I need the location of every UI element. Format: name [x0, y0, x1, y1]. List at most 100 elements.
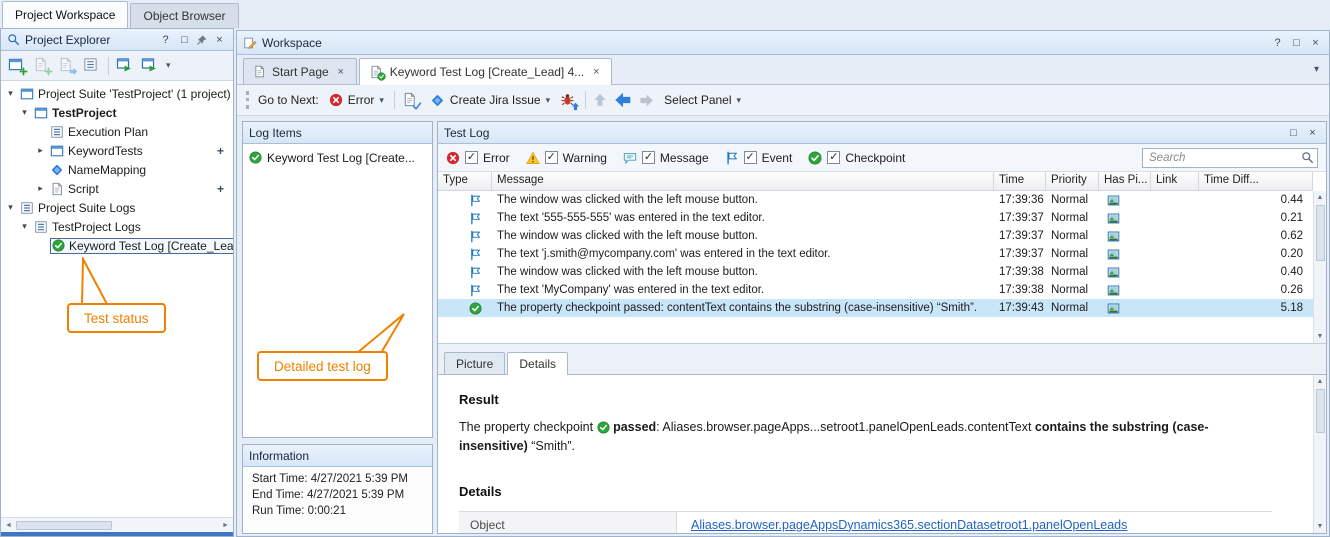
close-icon[interactable]: × — [1305, 126, 1320, 140]
tree-item-execution-plan[interactable]: Execution Plan — [1, 122, 233, 141]
column-header-time[interactable]: Time — [994, 172, 1046, 190]
export-item-button[interactable] — [58, 57, 76, 74]
chevron-down-icon[interactable]: ▾ — [5, 202, 16, 213]
maximize-icon[interactable]: □ — [1289, 36, 1304, 50]
tab-details[interactable]: Details — [507, 352, 568, 375]
log-item[interactable]: Keyword Test Log [Create... — [243, 148, 432, 167]
error-checkbox[interactable]: ✓ — [465, 151, 478, 164]
chevron-right-icon[interactable]: ▸ — [35, 183, 46, 194]
scroll-right-icon[interactable]: ► — [218, 522, 233, 529]
tree-item-keywordtests[interactable]: ▸ KeywordTests + — [1, 141, 233, 160]
tree-item-project-suite-logs[interactable]: ▾ Project Suite Logs — [1, 198, 233, 217]
picture-icon[interactable] — [1107, 266, 1120, 279]
tree-item-testproject[interactable]: ▾ TestProject — [1, 103, 233, 122]
column-header-priority[interactable]: Priority — [1046, 172, 1099, 190]
dropdown-icon: ▾ — [546, 95, 551, 106]
scroll-up-icon[interactable]: ▲ — [1317, 191, 1324, 204]
column-header-time-diff[interactable]: Time Diff... — [1199, 172, 1313, 190]
checkpoint-checkbox[interactable]: ✓ — [827, 151, 840, 164]
picture-icon[interactable] — [1107, 248, 1120, 261]
event-checkbox[interactable]: ✓ — [744, 151, 757, 164]
tree-item-namemapping[interactable]: NameMapping — [1, 160, 233, 179]
tab-list-dropdown-icon[interactable]: ▾ — [1314, 64, 1323, 75]
go-to-next-error-dropdown[interactable]: Error ▾ — [326, 91, 387, 109]
log-row[interactable]: The window was clicked with the left mou… — [438, 263, 1313, 281]
report-bug-button[interactable] — [560, 92, 578, 109]
go-back-icon[interactable] — [614, 91, 632, 109]
scroll-left-icon[interactable]: ◄ — [1, 522, 16, 529]
run-project-button[interactable] — [141, 57, 159, 74]
go-forward-icon[interactable] — [639, 93, 654, 108]
picture-icon[interactable] — [1107, 302, 1120, 315]
filter-warning[interactable]: ✓ Warning — [526, 151, 607, 165]
selected-tree-item[interactable]: Keyword Test Log [Create_Lead — [50, 238, 233, 254]
filter-event[interactable]: ✓ Event — [725, 151, 793, 165]
picture-icon[interactable] — [1107, 230, 1120, 243]
tree-item-testproject-logs[interactable]: ▾ TestProject Logs — [1, 217, 233, 236]
add-project-button[interactable] — [8, 57, 26, 74]
add-item-button[interactable] — [33, 57, 51, 74]
details-scrollbar[interactable]: ▲ ▼ — [1313, 375, 1326, 533]
column-header-type[interactable]: Type — [438, 172, 492, 190]
help-icon[interactable]: ? — [158, 33, 173, 47]
tree-item-project-suite[interactable]: ▾ Project Suite 'TestProject' (1 project… — [1, 84, 233, 103]
tree-item-script[interactable]: ▸ Script + — [1, 179, 233, 198]
column-header-link[interactable]: Link — [1151, 172, 1199, 190]
filter-message[interactable]: ✓ Message — [623, 151, 709, 165]
table-scrollbar[interactable]: ▲ ▼ — [1313, 191, 1326, 343]
picture-icon[interactable] — [1107, 284, 1120, 297]
scrollbar-thumb[interactable] — [1316, 205, 1325, 261]
chevron-right-icon[interactable]: ▸ — [35, 145, 46, 156]
close-tab-icon[interactable]: × — [335, 66, 347, 78]
object-link[interactable]: Aliases.browser.pageAppsDynamics365.sect… — [691, 518, 1127, 532]
log-row-selected[interactable]: The property checkpoint passed: contentT… — [438, 299, 1313, 317]
tree-item-keyword-test-log[interactable]: Keyword Test Log [Create_Lead — [1, 236, 233, 255]
tab-keyword-test-log[interactable]: Keyword Test Log [Create_Lead] 4... × — [359, 58, 613, 85]
message-checkbox[interactable]: ✓ — [642, 151, 655, 164]
maximize-icon[interactable]: □ — [1286, 126, 1301, 140]
scroll-down-icon[interactable]: ▼ — [1317, 520, 1324, 533]
column-header-has-picture[interactable]: Has Pi... — [1099, 172, 1151, 190]
warning-checkbox[interactable]: ✓ — [545, 151, 558, 164]
log-row[interactable]: The window was clicked with the left mou… — [438, 191, 1313, 209]
log-row[interactable]: The text '555-555-555' was entered in th… — [438, 209, 1313, 227]
add-icon[interactable]: + — [217, 144, 224, 158]
pin-icon[interactable] — [196, 34, 208, 46]
picture-icon[interactable] — [1107, 194, 1120, 207]
scrollbar-thumb[interactable] — [1316, 389, 1325, 433]
close-icon[interactable]: × — [212, 33, 227, 47]
chevron-down-icon[interactable]: ▾ — [19, 107, 30, 118]
run-project-suite-button[interactable] — [116, 57, 134, 74]
go-up-icon[interactable] — [593, 93, 607, 107]
select-panel-dropdown[interactable]: Select Panel ▾ — [661, 91, 744, 109]
chevron-down-icon[interactable]: ▾ — [5, 88, 16, 99]
scroll-down-icon[interactable]: ▼ — [1317, 330, 1324, 343]
filter-error[interactable]: ✓ Error — [446, 151, 510, 165]
picture-icon[interactable] — [1107, 212, 1120, 225]
log-row[interactable]: The text 'MyCompany' was entered in the … — [438, 281, 1313, 299]
dock-icon[interactable]: □ — [177, 33, 192, 47]
toolbar-grip[interactable] — [246, 91, 249, 109]
tab-object-browser[interactable]: Object Browser — [130, 3, 238, 28]
log-row[interactable]: The text 'j.smith@mycompany.com' was ent… — [438, 245, 1313, 263]
logs-icon — [20, 201, 34, 215]
scroll-up-icon[interactable]: ▲ — [1317, 375, 1324, 388]
chevron-down-icon[interactable]: ▾ — [19, 221, 30, 232]
scrollbar-thumb[interactable] — [16, 521, 112, 530]
create-jira-issue-dropdown[interactable]: Create Jira Issue ▾ — [427, 91, 553, 110]
tab-project-workspace[interactable]: Project Workspace — [2, 1, 128, 28]
horizontal-scrollbar[interactable]: ◄ ► — [1, 517, 233, 532]
tab-start-page[interactable]: Start Page × — [243, 58, 357, 84]
tab-picture[interactable]: Picture — [444, 352, 505, 374]
run-dropdown-icon[interactable]: ▾ — [166, 60, 171, 71]
close-icon[interactable]: × — [1308, 36, 1323, 50]
column-header-message[interactable]: Message — [492, 172, 994, 190]
organize-items-button[interactable] — [83, 57, 101, 74]
verify-log-button[interactable] — [402, 92, 420, 109]
close-tab-icon[interactable]: × — [590, 66, 602, 78]
add-icon[interactable]: + — [217, 182, 224, 196]
help-icon[interactable]: ? — [1270, 36, 1285, 50]
log-row[interactable]: The window was clicked with the left mou… — [438, 227, 1313, 245]
filter-checkpoint[interactable]: ✓ Checkpoint — [808, 151, 905, 165]
search-input[interactable] — [1142, 148, 1318, 168]
